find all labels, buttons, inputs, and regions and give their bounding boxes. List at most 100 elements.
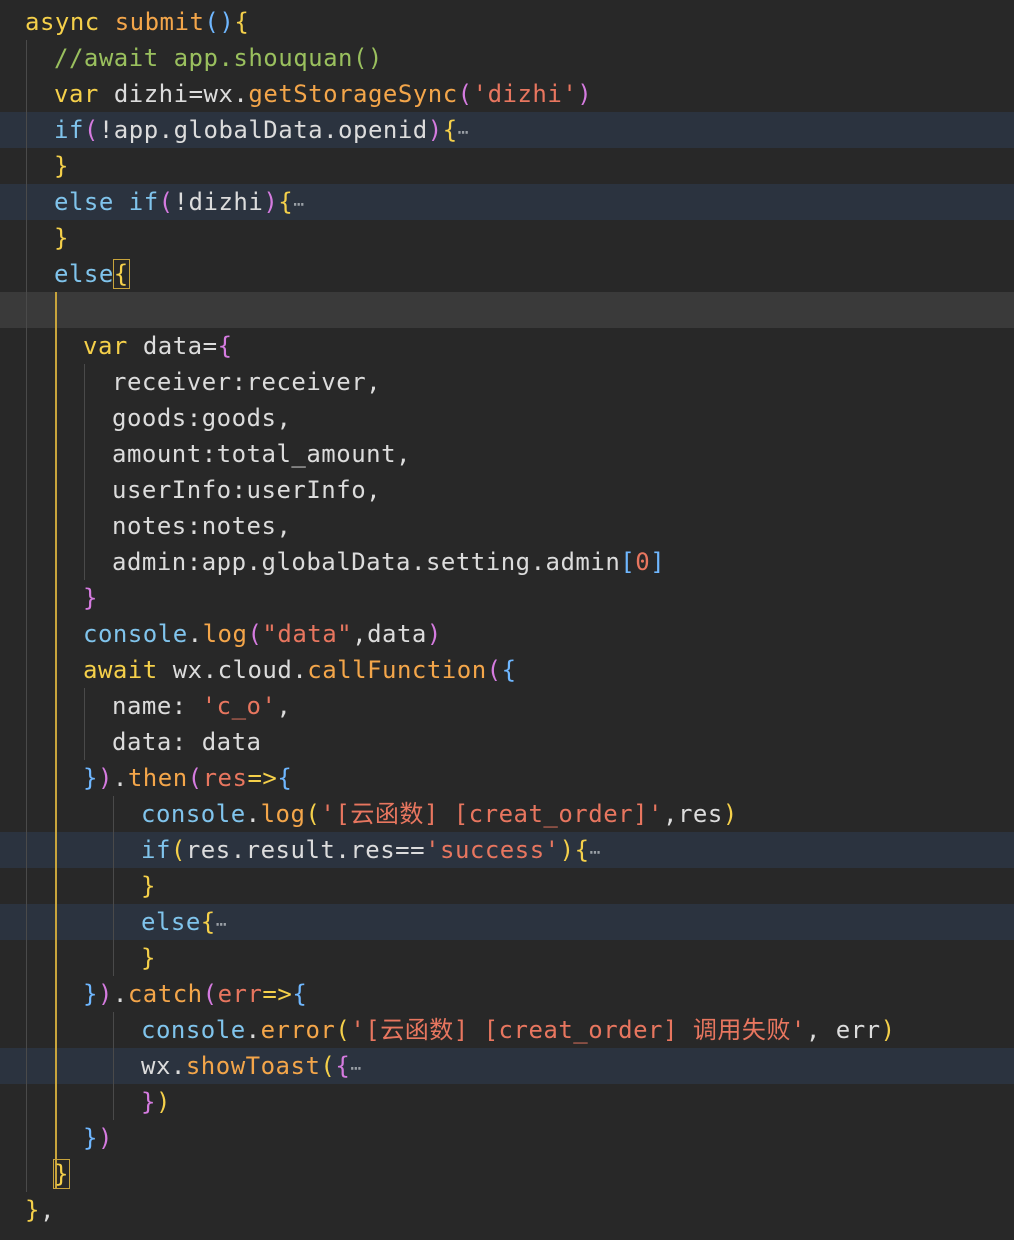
code-line-5: } xyxy=(54,152,69,180)
code-line-7: } xyxy=(54,224,69,252)
token: . xyxy=(245,1016,261,1044)
token: else if xyxy=(54,188,159,216)
indent-guide xyxy=(113,1012,114,1120)
token: total_amount xyxy=(216,440,397,468)
token: then xyxy=(127,764,188,792)
token: data xyxy=(112,728,172,756)
code-line-31: }) xyxy=(141,1088,171,1116)
token: cloud xyxy=(217,656,293,684)
token: name xyxy=(112,692,172,720)
code-line-6[interactable]: else if(!dizhi){⋯ xyxy=(54,184,305,220)
token: submit xyxy=(114,8,205,36)
token: 'dizhi' xyxy=(472,80,578,108)
token: == xyxy=(395,836,426,864)
token: console xyxy=(83,620,188,648)
collapsed-block-icon[interactable]: ⋯ xyxy=(350,1058,361,1079)
code-line-12: goods:goods, xyxy=(112,404,292,432)
code-line-34: }, xyxy=(25,1196,55,1224)
token: getStorageSync xyxy=(248,80,458,108)
code-line-17: } xyxy=(83,584,98,612)
token: '[云函数] [creat_order]' xyxy=(320,800,664,828)
token: goods xyxy=(201,404,277,432)
code-line-32: }) xyxy=(83,1124,113,1152)
token: goods xyxy=(112,404,187,432)
code-line-27: } xyxy=(141,944,156,972)
code-line-13: amount:total_amount, xyxy=(112,440,411,468)
token: amount xyxy=(112,440,202,468)
code-line-2: //await app.shouquan() xyxy=(54,40,383,76)
code-line-8: else{ xyxy=(54,259,130,289)
token: userInfo xyxy=(246,476,367,504)
token: res xyxy=(202,764,248,792)
token: !dizhi xyxy=(173,188,264,216)
code-line-4[interactable]: if(!app.globalData.openid){⋯ xyxy=(54,112,469,148)
token: res.result.res xyxy=(185,836,396,864)
code-line-16: admin:app.globalData.setting.admin[0] xyxy=(112,548,666,576)
current-line-highlight xyxy=(0,292,1014,328)
token: = xyxy=(188,80,204,108)
token: data xyxy=(201,728,262,756)
token: log xyxy=(260,800,306,828)
token: receiver xyxy=(246,368,367,396)
token: . xyxy=(170,1052,186,1080)
token: . xyxy=(233,80,249,108)
token: wx xyxy=(203,80,234,108)
indent-guide xyxy=(113,796,114,976)
token: dizhi xyxy=(113,80,189,108)
token: wx xyxy=(141,1052,171,1080)
token: error xyxy=(260,1016,336,1044)
token: "data" xyxy=(262,620,353,648)
code-line-23: console.log('[云函数] [creat_order]',res) xyxy=(141,800,738,828)
code-line-21: data: data xyxy=(112,728,262,756)
token: if xyxy=(141,836,171,864)
active-indent-guide xyxy=(55,292,57,1188)
code-editor[interactable]: async submit(){ //await app.shouquan() v… xyxy=(0,0,1014,1240)
collapsed-block-icon[interactable]: ⋯ xyxy=(458,122,469,143)
code-line-20: name: 'c_o', xyxy=(112,692,292,720)
token: => xyxy=(262,980,293,1008)
code-line-19: await wx.cloud.callFunction({ xyxy=(83,656,517,684)
token: data xyxy=(367,620,427,648)
token: callFunction xyxy=(307,656,487,684)
token: err xyxy=(835,1016,881,1044)
code-line-3: var dizhi=wx.getStorageSync('dizhi') xyxy=(54,80,593,108)
indent-guide xyxy=(84,364,85,580)
code-line-18: console.log("data",data) xyxy=(83,620,442,648)
code-line-30[interactable]: wx.showToast({⋯ xyxy=(141,1048,362,1084)
code-line-26[interactable]: else{⋯ xyxy=(141,904,227,940)
token: userInfo xyxy=(112,476,232,504)
code-line-10: var data={ xyxy=(83,332,233,360)
token: => xyxy=(247,764,278,792)
token: console xyxy=(141,1016,246,1044)
token: res xyxy=(677,800,723,828)
indent-guide xyxy=(26,40,27,1192)
token: data xyxy=(142,332,203,360)
code-line-24[interactable]: if(res.result.res=='success'){⋯ xyxy=(141,832,601,868)
token: . xyxy=(112,764,128,792)
code-line-25: } xyxy=(141,872,156,900)
collapsed-block-icon[interactable]: ⋯ xyxy=(216,914,227,935)
token: var xyxy=(83,332,128,360)
token: = xyxy=(202,332,218,360)
token: catch xyxy=(127,980,203,1008)
token: receiver xyxy=(112,368,232,396)
token: console xyxy=(141,800,246,828)
token: notes xyxy=(112,512,187,540)
token: notes xyxy=(201,512,277,540)
token: . xyxy=(245,800,261,828)
collapsed-block-icon[interactable]: ⋯ xyxy=(590,842,601,863)
indent-guide xyxy=(84,688,85,760)
token: . xyxy=(187,620,203,648)
token: . xyxy=(112,980,128,1008)
token: 'success' xyxy=(425,836,560,864)
token: app.globalData.setting.admin xyxy=(201,548,621,576)
code-line-29: console.error('[云函数] [creat_order] 调用失败'… xyxy=(141,1016,896,1044)
token: admin xyxy=(112,548,187,576)
token: else xyxy=(141,908,201,936)
collapsed-block-icon[interactable]: ⋯ xyxy=(293,194,304,215)
token: 'c_o' xyxy=(201,692,277,720)
code-line-22: }).then(res=>{ xyxy=(83,764,293,792)
code-line-11: receiver:receiver, xyxy=(112,368,382,396)
token: wx xyxy=(172,656,203,684)
token: if xyxy=(54,116,84,144)
